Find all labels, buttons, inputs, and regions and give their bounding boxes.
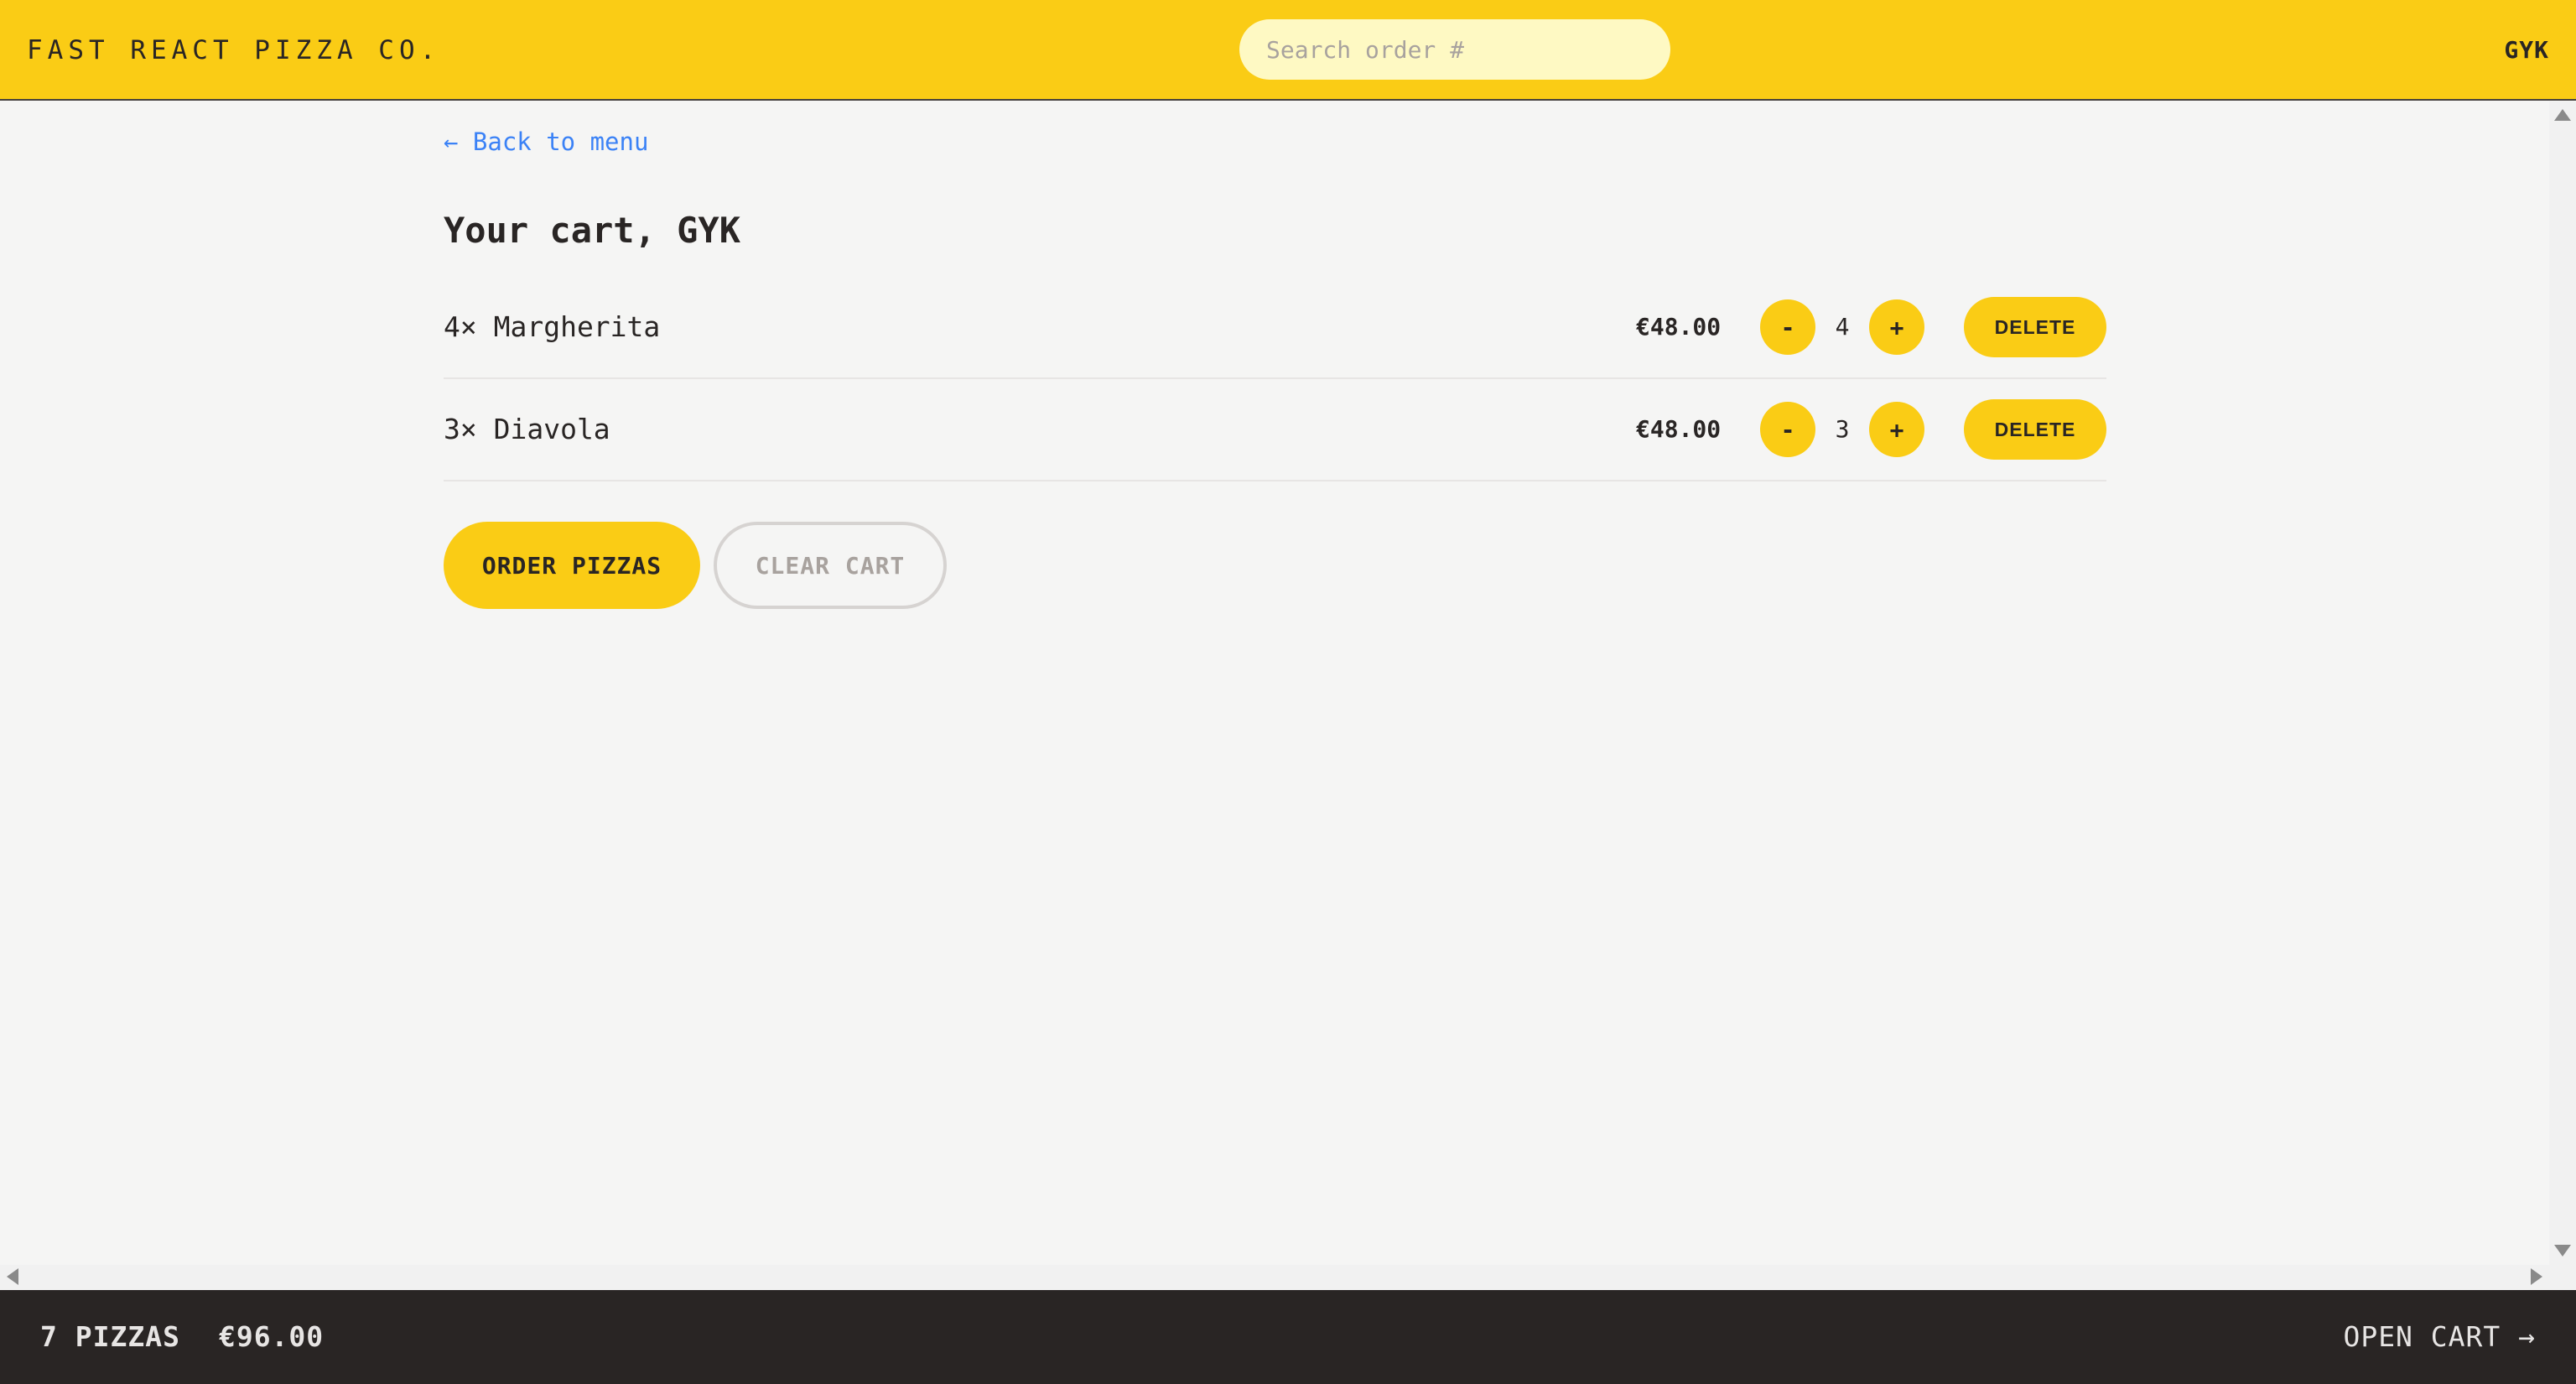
delete-item-button[interactable]: DELETE — [1964, 297, 2106, 357]
pizza-count: 7 PIZZAS — [40, 1320, 180, 1353]
decrease-quantity-button[interactable]: - — [1760, 299, 1815, 355]
decrease-quantity-button[interactable]: - — [1760, 402, 1815, 457]
cart-item-price: €48.00 — [1636, 415, 1722, 443]
increase-quantity-button[interactable]: + — [1869, 402, 1924, 457]
delete-item-button[interactable]: DELETE — [1964, 399, 2106, 460]
scroll-right-arrow-icon[interactable] — [2531, 1268, 2542, 1285]
search-order-input[interactable] — [1239, 19, 1670, 80]
page-title: Your cart, GYK — [444, 210, 741, 251]
cart-total-price: €96.00 — [218, 1320, 325, 1353]
order-pizzas-button[interactable]: ORDER PIZZAS — [444, 522, 700, 609]
app-header: FAST REACT PIZZA CO. GYK — [0, 0, 2576, 101]
cart-item: 4× Margherita €48.00 - 4 + DELETE — [444, 277, 2106, 379]
quantity-value: 3 — [1835, 415, 1850, 443]
cart-item-name: 3× Diavola — [444, 413, 610, 445]
increase-quantity-button[interactable]: + — [1869, 299, 1924, 355]
vertical-scrollbar[interactable] — [2549, 101, 2576, 1265]
cart-summary: 7 PIZZAS €96.00 — [40, 1290, 324, 1384]
quantity-value: 4 — [1835, 313, 1850, 341]
cart-item-list: 4× Margherita €48.00 - 4 + DELETE 3× Dia… — [444, 277, 2106, 481]
logo[interactable]: FAST REACT PIZZA CO. — [27, 0, 440, 101]
cart-item-name: 4× Margherita — [444, 310, 661, 343]
open-cart-link[interactable]: OPEN CART → — [2343, 1290, 2536, 1384]
scroll-down-arrow-icon[interactable] — [2554, 1245, 2571, 1257]
horizontal-scrollbar[interactable] — [0, 1265, 2576, 1290]
back-to-menu-link[interactable]: ← Back to menu — [444, 127, 648, 156]
scroll-up-arrow-icon[interactable] — [2554, 109, 2571, 121]
cart-item: 3× Diavola €48.00 - 3 + DELETE — [444, 379, 2106, 481]
username: GYK — [2504, 36, 2549, 64]
cart-overview-bar: 7 PIZZAS €96.00 OPEN CART → — [0, 1290, 2576, 1384]
cart-item-price: €48.00 — [1636, 313, 1722, 341]
clear-cart-button[interactable]: CLEAR CART — [714, 522, 947, 609]
scroll-left-arrow-icon[interactable] — [7, 1268, 18, 1285]
